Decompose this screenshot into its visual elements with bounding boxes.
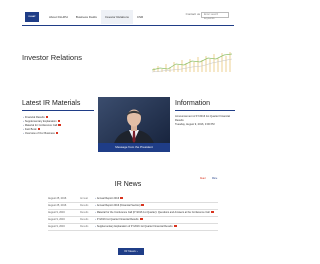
arrow-icon: › (23, 116, 24, 119)
ir-item-label: Fact Book (24, 127, 37, 131)
news-row[interactable]: August 25, 2016 Results ›Annual Report 2… (48, 202, 218, 209)
news-title-text: Material for the Conference Call (FY2016… (96, 211, 210, 214)
logo-text: DLHAP (28, 16, 36, 18)
news-title-text: Annual Report 2016 (96, 197, 120, 200)
ir-item-label: Material for Conference Call (24, 123, 58, 127)
arrow-icon: › (95, 204, 96, 207)
arrow-icon: › (23, 131, 24, 135)
nav-about[interactable]: About DLHPH (45, 10, 72, 24)
news-title-text: Annual Report 2016 (Financial Section) (96, 204, 141, 207)
arrow-icon: › (23, 123, 24, 127)
arrow-icon: › (23, 127, 24, 131)
search-placeholder: Enter search keywords (204, 13, 219, 20)
pdf-icon (57, 120, 61, 123)
pdf-icon (139, 218, 143, 221)
main-nav: About DLHPH Business Fields Investor Rel… (45, 10, 147, 24)
president-caption: Message from the President (98, 143, 170, 152)
pdf-icon (37, 128, 41, 131)
news-title-text: FY2016 1st Quarter Financial Results (96, 218, 139, 221)
site-header: DLHAP About DLHPH Business Fields Invest… (22, 10, 234, 28)
arrow-icon: › (95, 225, 96, 228)
pdf-icon (210, 211, 214, 214)
arrow-icon: › (23, 119, 24, 123)
pdf-icon (58, 124, 61, 127)
news-title-text: Supplementary Explanation of FY2016 1st … (96, 225, 173, 228)
arrow-icon: › (95, 218, 96, 221)
ir-materials-title: Latest IR Materials (22, 100, 81, 107)
ir-news-list: August 25, 2016 Annual ›Annual Report 20… (48, 195, 218, 230)
ir-materials-divider (22, 110, 94, 111)
news-row[interactable]: August 9, 2016 Results ›Material for the… (48, 209, 218, 216)
news-more-link[interactable]: More (212, 178, 217, 180)
search-input[interactable]: Enter search keywords (201, 12, 229, 20)
nav-business[interactable]: Business Fields (72, 10, 101, 24)
information-content: Announcement of FY2016 1st Quarter Finan… (175, 115, 235, 126)
arrow-icon: › (95, 197, 96, 200)
ir-news-more-button[interactable]: IR News › (118, 248, 144, 255)
pdf-icon (120, 197, 124, 200)
company-logo[interactable]: DLHAP (25, 12, 39, 22)
president-message-card[interactable]: Message from the President (98, 97, 170, 152)
chevron-right-icon: › (136, 249, 138, 253)
ir-item-label: Financial Results (24, 116, 45, 119)
information-line: Tuesday, August 9, 2016, 3:00 PM (175, 122, 215, 126)
nav-csr[interactable]: CSR (133, 10, 147, 24)
nav-investor-relations[interactable]: Investor Relations (100, 10, 133, 24)
news-row[interactable]: August 9, 2016 Results ›Supplementary Ex… (48, 223, 218, 230)
news-row[interactable]: August 25, 2016 Annual ›Annual Report 20… (48, 195, 218, 202)
information-title: Information (175, 100, 211, 107)
contact-link[interactable]: Contact us (186, 12, 200, 16)
pdf-icon (173, 225, 177, 228)
pdf-icon (45, 116, 49, 119)
ir-item-overview[interactable]: ›Overview of Our Business (23, 132, 93, 136)
pdf-icon (141, 204, 145, 207)
hero-banner: Investor Relations (22, 36, 234, 88)
header-divider (22, 25, 234, 26)
pdf-icon (55, 131, 59, 134)
ir-materials-list: ›Financial Results ›Supplementary Explan… (23, 116, 93, 136)
page: DLHAP About DLHPH Business Fields Invest… (0, 0, 256, 264)
arrow-icon: › (95, 211, 96, 214)
more-button-label: IR News (124, 249, 136, 253)
information-divider (175, 110, 235, 111)
ir-item-label: Supplementary Explanation (24, 119, 57, 123)
news-more-link[interactable]: Read (200, 178, 206, 180)
information-line[interactable]: Announcement of FY2016 1st Quarter Finan… (175, 115, 235, 123)
ir-news-title: IR News (114, 181, 142, 188)
ir-item-label: Overview of Our Business (24, 131, 55, 135)
page-title: Investor Relations (22, 53, 83, 62)
news-row[interactable]: August 9, 2016 Results ›FY2016 1st Quart… (48, 216, 218, 223)
hero-chart-graphic (152, 52, 233, 73)
